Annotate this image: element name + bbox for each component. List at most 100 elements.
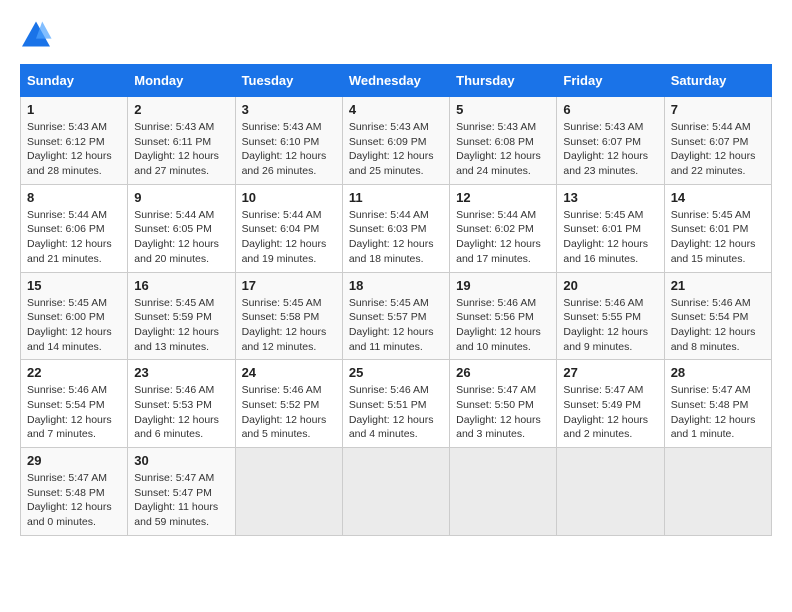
calendar-cell: 2 Sunrise: 5:43 AM Sunset: 6:11 PM Dayli…	[128, 97, 235, 185]
header	[20, 20, 772, 48]
calendar-week-row: 8 Sunrise: 5:44 AM Sunset: 6:06 PM Dayli…	[21, 184, 772, 272]
weekday-header: Tuesday	[235, 65, 342, 97]
day-number: 11	[349, 190, 443, 205]
day-info: Sunrise: 5:47 AM Sunset: 5:48 PM Dayligh…	[671, 383, 765, 442]
day-info: Sunrise: 5:43 AM Sunset: 6:12 PM Dayligh…	[27, 120, 121, 179]
day-info: Sunrise: 5:46 AM Sunset: 5:54 PM Dayligh…	[671, 296, 765, 355]
day-number: 26	[456, 365, 550, 380]
calendar-cell: 24 Sunrise: 5:46 AM Sunset: 5:52 PM Dayl…	[235, 360, 342, 448]
day-number: 1	[27, 102, 121, 117]
day-number: 4	[349, 102, 443, 117]
weekday-header: Friday	[557, 65, 664, 97]
day-number: 10	[242, 190, 336, 205]
weekday-header: Monday	[128, 65, 235, 97]
calendar-cell: 16 Sunrise: 5:45 AM Sunset: 5:59 PM Dayl…	[128, 272, 235, 360]
day-number: 16	[134, 278, 228, 293]
calendar-cell	[342, 448, 449, 536]
day-info: Sunrise: 5:45 AM Sunset: 6:01 PM Dayligh…	[563, 208, 657, 267]
day-number: 24	[242, 365, 336, 380]
calendar-cell: 7 Sunrise: 5:44 AM Sunset: 6:07 PM Dayli…	[664, 97, 771, 185]
calendar-week-row: 29 Sunrise: 5:47 AM Sunset: 5:48 PM Dayl…	[21, 448, 772, 536]
day-info: Sunrise: 5:46 AM Sunset: 5:52 PM Dayligh…	[242, 383, 336, 442]
calendar-cell: 30 Sunrise: 5:47 AM Sunset: 5:47 PM Dayl…	[128, 448, 235, 536]
calendar-cell	[557, 448, 664, 536]
day-info: Sunrise: 5:45 AM Sunset: 5:58 PM Dayligh…	[242, 296, 336, 355]
calendar-cell: 25 Sunrise: 5:46 AM Sunset: 5:51 PM Dayl…	[342, 360, 449, 448]
day-info: Sunrise: 5:46 AM Sunset: 5:54 PM Dayligh…	[27, 383, 121, 442]
day-number: 13	[563, 190, 657, 205]
calendar-table: SundayMondayTuesdayWednesdayThursdayFrid…	[20, 64, 772, 536]
day-number: 2	[134, 102, 228, 117]
calendar-cell: 26 Sunrise: 5:47 AM Sunset: 5:50 PM Dayl…	[450, 360, 557, 448]
logo-icon	[20, 20, 52, 48]
day-info: Sunrise: 5:44 AM Sunset: 6:02 PM Dayligh…	[456, 208, 550, 267]
calendar-cell	[235, 448, 342, 536]
day-info: Sunrise: 5:46 AM Sunset: 5:51 PM Dayligh…	[349, 383, 443, 442]
logo	[20, 20, 58, 48]
calendar-cell: 18 Sunrise: 5:45 AM Sunset: 5:57 PM Dayl…	[342, 272, 449, 360]
day-info: Sunrise: 5:46 AM Sunset: 5:55 PM Dayligh…	[563, 296, 657, 355]
day-info: Sunrise: 5:43 AM Sunset: 6:08 PM Dayligh…	[456, 120, 550, 179]
calendar-cell: 8 Sunrise: 5:44 AM Sunset: 6:06 PM Dayli…	[21, 184, 128, 272]
calendar-cell: 22 Sunrise: 5:46 AM Sunset: 5:54 PM Dayl…	[21, 360, 128, 448]
calendar-cell: 6 Sunrise: 5:43 AM Sunset: 6:07 PM Dayli…	[557, 97, 664, 185]
day-info: Sunrise: 5:43 AM Sunset: 6:10 PM Dayligh…	[242, 120, 336, 179]
day-info: Sunrise: 5:47 AM Sunset: 5:50 PM Dayligh…	[456, 383, 550, 442]
day-info: Sunrise: 5:46 AM Sunset: 5:53 PM Dayligh…	[134, 383, 228, 442]
calendar-week-row: 15 Sunrise: 5:45 AM Sunset: 6:00 PM Dayl…	[21, 272, 772, 360]
weekday-header: Wednesday	[342, 65, 449, 97]
day-info: Sunrise: 5:43 AM Sunset: 6:11 PM Dayligh…	[134, 120, 228, 179]
calendar-cell: 1 Sunrise: 5:43 AM Sunset: 6:12 PM Dayli…	[21, 97, 128, 185]
day-info: Sunrise: 5:44 AM Sunset: 6:04 PM Dayligh…	[242, 208, 336, 267]
day-info: Sunrise: 5:43 AM Sunset: 6:09 PM Dayligh…	[349, 120, 443, 179]
calendar-cell: 23 Sunrise: 5:46 AM Sunset: 5:53 PM Dayl…	[128, 360, 235, 448]
calendar-cell: 27 Sunrise: 5:47 AM Sunset: 5:49 PM Dayl…	[557, 360, 664, 448]
day-info: Sunrise: 5:47 AM Sunset: 5:47 PM Dayligh…	[134, 471, 228, 530]
weekday-header: Thursday	[450, 65, 557, 97]
day-number: 21	[671, 278, 765, 293]
day-info: Sunrise: 5:44 AM Sunset: 6:05 PM Dayligh…	[134, 208, 228, 267]
calendar-cell: 29 Sunrise: 5:47 AM Sunset: 5:48 PM Dayl…	[21, 448, 128, 536]
day-number: 7	[671, 102, 765, 117]
day-number: 29	[27, 453, 121, 468]
day-number: 17	[242, 278, 336, 293]
day-number: 9	[134, 190, 228, 205]
calendar-cell: 17 Sunrise: 5:45 AM Sunset: 5:58 PM Dayl…	[235, 272, 342, 360]
day-number: 28	[671, 365, 765, 380]
day-info: Sunrise: 5:44 AM Sunset: 6:03 PM Dayligh…	[349, 208, 443, 267]
day-number: 18	[349, 278, 443, 293]
day-number: 5	[456, 102, 550, 117]
weekday-header: Sunday	[21, 65, 128, 97]
day-number: 20	[563, 278, 657, 293]
calendar-cell: 12 Sunrise: 5:44 AM Sunset: 6:02 PM Dayl…	[450, 184, 557, 272]
day-number: 6	[563, 102, 657, 117]
weekday-header: Saturday	[664, 65, 771, 97]
day-info: Sunrise: 5:47 AM Sunset: 5:48 PM Dayligh…	[27, 471, 121, 530]
calendar-cell: 21 Sunrise: 5:46 AM Sunset: 5:54 PM Dayl…	[664, 272, 771, 360]
calendar-cell: 28 Sunrise: 5:47 AM Sunset: 5:48 PM Dayl…	[664, 360, 771, 448]
day-info: Sunrise: 5:45 AM Sunset: 6:00 PM Dayligh…	[27, 296, 121, 355]
day-number: 22	[27, 365, 121, 380]
day-info: Sunrise: 5:44 AM Sunset: 6:07 PM Dayligh…	[671, 120, 765, 179]
day-number: 3	[242, 102, 336, 117]
calendar-cell: 9 Sunrise: 5:44 AM Sunset: 6:05 PM Dayli…	[128, 184, 235, 272]
calendar-cell: 14 Sunrise: 5:45 AM Sunset: 6:01 PM Dayl…	[664, 184, 771, 272]
day-info: Sunrise: 5:45 AM Sunset: 5:57 PM Dayligh…	[349, 296, 443, 355]
day-info: Sunrise: 5:43 AM Sunset: 6:07 PM Dayligh…	[563, 120, 657, 179]
calendar-cell: 11 Sunrise: 5:44 AM Sunset: 6:03 PM Dayl…	[342, 184, 449, 272]
calendar-cell: 4 Sunrise: 5:43 AM Sunset: 6:09 PM Dayli…	[342, 97, 449, 185]
calendar-cell: 13 Sunrise: 5:45 AM Sunset: 6:01 PM Dayl…	[557, 184, 664, 272]
calendar-cell: 10 Sunrise: 5:44 AM Sunset: 6:04 PM Dayl…	[235, 184, 342, 272]
day-info: Sunrise: 5:47 AM Sunset: 5:49 PM Dayligh…	[563, 383, 657, 442]
day-info: Sunrise: 5:46 AM Sunset: 5:56 PM Dayligh…	[456, 296, 550, 355]
calendar-cell	[450, 448, 557, 536]
calendar-cell: 20 Sunrise: 5:46 AM Sunset: 5:55 PM Dayl…	[557, 272, 664, 360]
day-number: 30	[134, 453, 228, 468]
day-number: 25	[349, 365, 443, 380]
calendar-cell: 15 Sunrise: 5:45 AM Sunset: 6:00 PM Dayl…	[21, 272, 128, 360]
day-number: 14	[671, 190, 765, 205]
day-info: Sunrise: 5:45 AM Sunset: 6:01 PM Dayligh…	[671, 208, 765, 267]
weekday-header-row: SundayMondayTuesdayWednesdayThursdayFrid…	[21, 65, 772, 97]
day-number: 19	[456, 278, 550, 293]
day-number: 23	[134, 365, 228, 380]
